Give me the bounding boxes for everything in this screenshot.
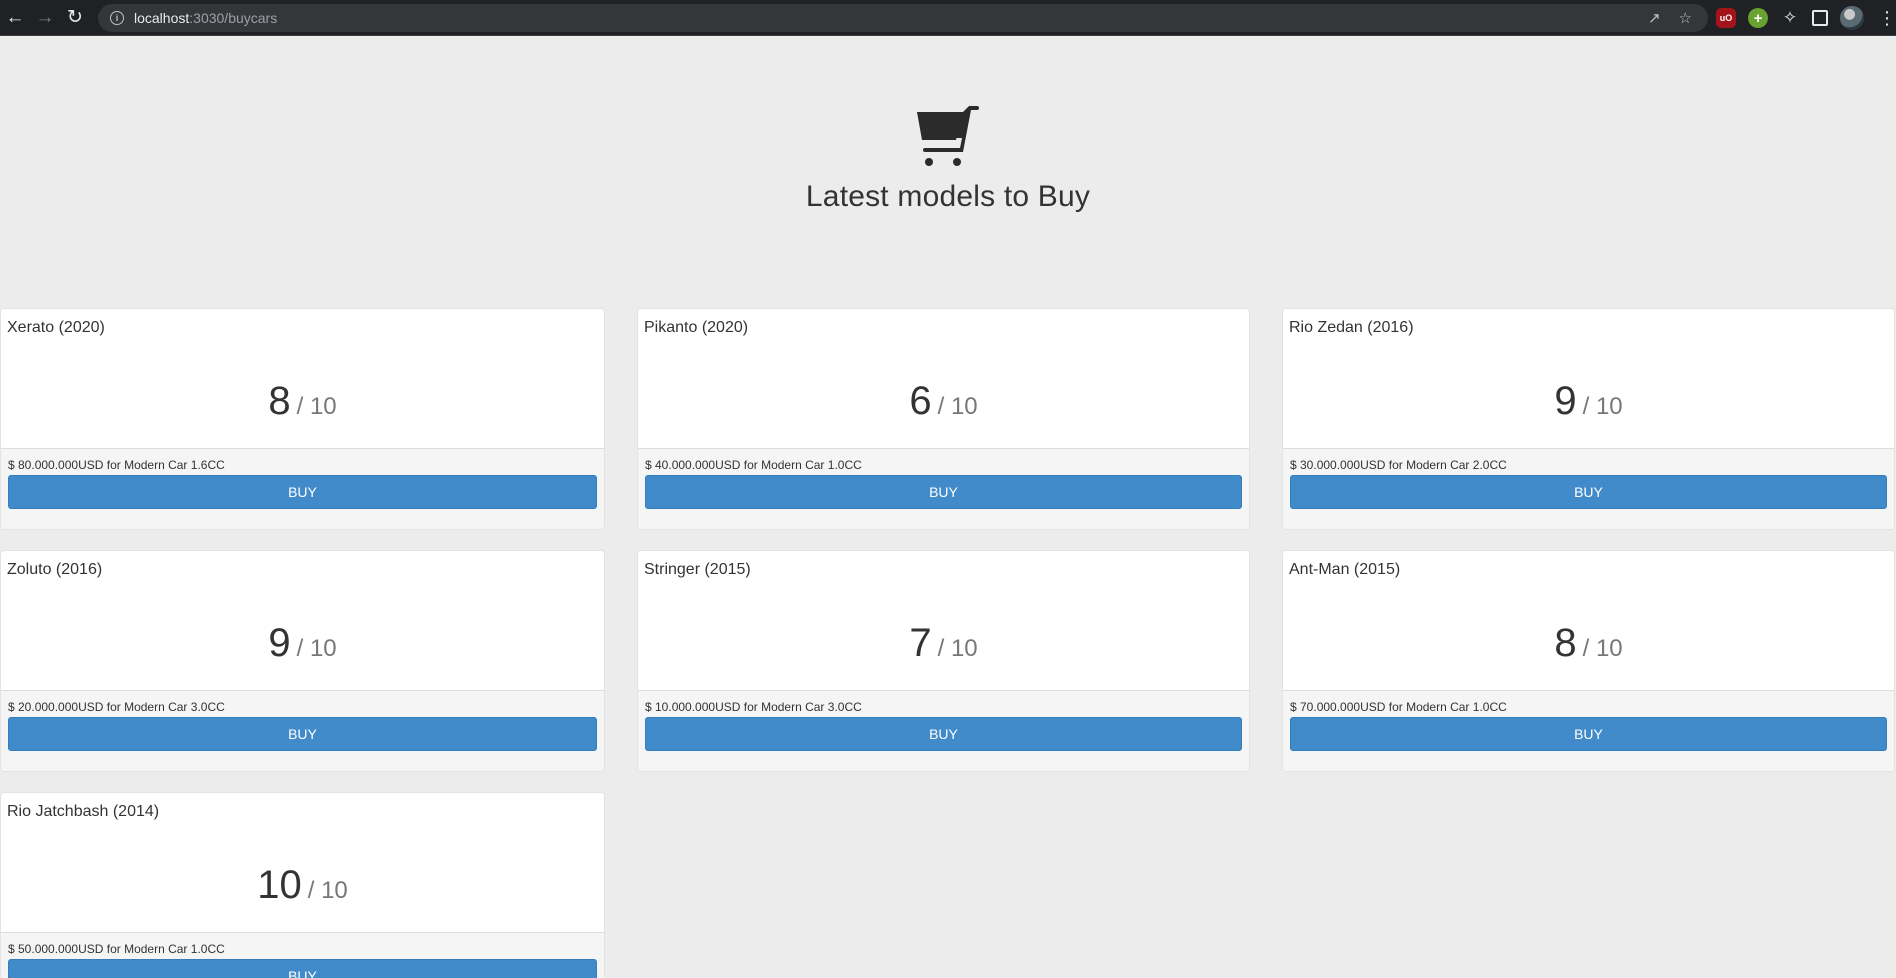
browser-menu-icon[interactable]: ⋮ [1878, 8, 1896, 29]
score-max: / 10 [937, 635, 978, 662]
site-info-icon[interactable]: i [110, 11, 124, 25]
car-name: Rio Zedan (2016) [1289, 319, 1414, 336]
car-price: $ 30.000.000USD for Modern Car 2.0CC [1290, 458, 1507, 472]
car-score: 6/ 10 [638, 379, 1249, 424]
score-max: / 10 [296, 393, 337, 420]
car-name: Ant-Man (2015) [1289, 561, 1401, 578]
car-score: 8/ 10 [1283, 621, 1894, 666]
score-value: 9 [1554, 379, 1577, 423]
page-content: Latest models to Buy Xerato (2020) 8/ 10… [0, 36, 1896, 978]
car-name: Rio Jatchbash (2014) [7, 803, 160, 820]
score-value: 7 [909, 621, 932, 665]
buy-button[interactable]: BUY [1290, 717, 1887, 751]
score-value: 8 [1554, 621, 1577, 665]
grid-column-1: Xerato (2020) 8/ 10 $ 80.000.000USD for … [0, 308, 605, 978]
buy-button[interactable]: BUY [8, 717, 597, 751]
page-title: Latest models to Buy [805, 180, 1091, 213]
car-name: Stringer (2015) [644, 561, 751, 578]
car-price: $ 70.000.000USD for Modern Car 1.0CC [1290, 700, 1507, 714]
extensions-puzzle-icon[interactable]: ✧ [1780, 8, 1800, 28]
buy-button[interactable]: BUY [1290, 475, 1887, 509]
url-path: :3030/buycars [189, 10, 278, 26]
share-icon[interactable]: ↗ [1648, 9, 1661, 27]
hero-section: Latest models to Buy [0, 36, 1896, 308]
grid-column-3: Rio Zedan (2016) 9/ 10 $ 30.000.000USD f… [1282, 308, 1895, 978]
grid-column-2: Pikanto (2020) 6/ 10 $ 40.000.000USD for… [637, 308, 1250, 978]
car-card: Stringer (2015) 7/ 10 $ 10.000.000USD fo… [637, 550, 1250, 772]
car-name: Xerato (2020) [7, 319, 105, 336]
car-score: 7/ 10 [638, 621, 1249, 666]
car-score: 8/ 10 [1, 379, 604, 424]
car-card: Xerato (2020) 8/ 10 $ 80.000.000USD for … [0, 308, 605, 530]
car-card: Rio Jatchbash (2014) 10/ 10 $ 50.000.000… [0, 792, 605, 978]
car-card: Rio Zedan (2016) 9/ 10 $ 30.000.000USD f… [1282, 308, 1895, 530]
car-score: 10/ 10 [1, 863, 604, 908]
forward-button[interactable]: → [30, 0, 60, 36]
url-host: localhost [134, 10, 190, 26]
buy-button[interactable]: BUY [645, 717, 1242, 751]
car-price: $ 10.000.000USD for Modern Car 3.0CC [645, 700, 862, 714]
buy-button[interactable]: BUY [645, 475, 1242, 509]
score-value: 9 [268, 621, 291, 665]
car-price: $ 40.000.000USD for Modern Car 1.0CC [645, 458, 862, 472]
score-max: / 10 [937, 393, 978, 420]
side-panel-icon[interactable] [1812, 10, 1828, 26]
car-card: Zoluto (2016) 9/ 10 $ 20.000.000USD for … [0, 550, 605, 772]
reload-button[interactable]: ↻ [60, 0, 90, 36]
car-price: $ 80.000.000USD for Modern Car 1.6CC [8, 458, 225, 472]
car-grid: Xerato (2020) 8/ 10 $ 80.000.000USD for … [0, 308, 1896, 978]
ublock-extension-icon[interactable]: uO [1716, 8, 1736, 28]
back-button[interactable]: ← [0, 0, 30, 36]
score-max: / 10 [296, 635, 337, 662]
score-value: 10 [257, 863, 302, 907]
car-score: 9/ 10 [1283, 379, 1894, 424]
score-max: / 10 [307, 877, 348, 904]
score-max: / 10 [1582, 635, 1623, 662]
bookmark-star-icon[interactable]: ☆ [1679, 9, 1692, 27]
car-score: 9/ 10 [1, 621, 604, 666]
buy-button[interactable]: BUY [8, 959, 597, 978]
green-extension-icon[interactable]: + [1748, 8, 1768, 28]
score-value: 8 [268, 379, 291, 423]
buy-button[interactable]: BUY [8, 475, 597, 509]
score-max: / 10 [1582, 393, 1623, 420]
address-bar[interactable]: i localhost:3030/buycars ↗ ☆ [98, 4, 1708, 32]
car-name: Zoluto (2016) [7, 561, 103, 578]
shopping-cart-icon [917, 106, 979, 166]
car-price: $ 50.000.000USD for Modern Car 1.0CC [8, 942, 225, 956]
score-value: 6 [909, 379, 932, 423]
browser-toolbar: ← → ↻ i localhost:3030/buycars ↗ ☆ uO + … [0, 0, 1896, 36]
car-price: $ 20.000.000USD for Modern Car 3.0CC [8, 700, 225, 714]
car-name: Pikanto (2020) [644, 319, 749, 336]
car-card: Pikanto (2020) 6/ 10 $ 40.000.000USD for… [637, 308, 1250, 530]
car-card: Ant-Man (2015) 8/ 10 $ 70.000.000USD for… [1282, 550, 1895, 772]
profile-avatar[interactable] [1840, 6, 1864, 30]
